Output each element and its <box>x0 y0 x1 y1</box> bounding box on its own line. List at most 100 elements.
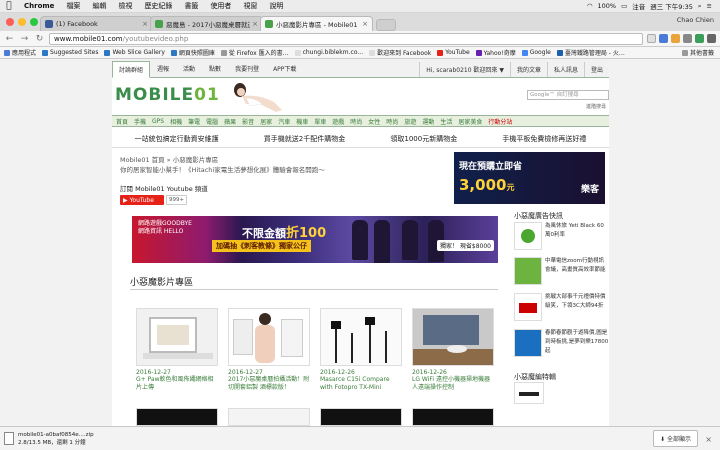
video-thumbnail-next[interactable] <box>136 408 218 426</box>
cat-item[interactable]: 影音 <box>242 117 254 126</box>
promo-link[interactable]: 一站統包搞定行動資安維護 <box>135 134 219 144</box>
my-posts-link[interactable]: 我的文章 <box>509 62 547 77</box>
cat-item[interactable]: 時尚 <box>386 117 398 126</box>
tab-facebook[interactable]: (1) Facebook × <box>40 16 153 31</box>
cat-item[interactable]: 筆電 <box>188 117 200 126</box>
promo-link[interactable]: 手機平板免費檢修再送好禮 <box>502 134 586 144</box>
video-thumbnail[interactable] <box>412 308 494 366</box>
video-title[interactable]: G+ Paw軟色和風佈繩網格相片上傳 <box>136 376 218 392</box>
promo-text-link[interactable]: 你的居家智能小幫手！《Hitachi家電生活夢想化展》體驗會報名開跑～ <box>120 164 325 174</box>
close-tab-icon[interactable]: × <box>362 20 368 28</box>
cat-item[interactable]: 居家 <box>260 117 272 126</box>
extension-icon[interactable] <box>683 34 692 43</box>
topnav-events[interactable]: 活動 <box>176 60 202 77</box>
close-shelf-icon[interactable]: × <box>705 435 712 444</box>
menu-list-icon[interactable]: ≡ <box>707 2 712 10</box>
bookmark-google[interactable]: Google <box>521 49 551 56</box>
battery-icon[interactable]: ▭ <box>621 2 627 10</box>
bookmark-facebook[interactable]: 歡迎來到 Facebook <box>369 48 431 57</box>
cat-item[interactable]: 旅遊 <box>404 117 416 126</box>
video-card[interactable]: 2016-12-26 LG WiFi 遠控小機器掃地機器人遠端操作控制 <box>412 308 494 392</box>
bookmark-firefox[interactable]: 從 Firefox 匯入的書… <box>220 48 289 57</box>
apple-menu-icon[interactable]:  <box>0 1 18 11</box>
cat-item[interactable]: 汽車 <box>278 117 290 126</box>
bookmark-yahoo[interactable]: Yahoo!奇摩 <box>475 48 516 57</box>
video-thumbnail-next[interactable] <box>320 408 402 426</box>
bookmark-other[interactable]: 其他書籤 <box>681 48 720 57</box>
side-ad-item[interactable]: 春節春節觀于遊降價,圖是到時板挑,是夢到樂17800起 <box>514 329 609 357</box>
cat-item[interactable]: 蘋果 <box>224 117 236 126</box>
cat-item[interactable]: 相機 <box>170 117 182 126</box>
side-ad-item[interactable]: 中華電信zoom行動視訊會議，高畫質高效率節能 <box>514 257 609 285</box>
bookmark-webslice[interactable]: Web Slice Gallery <box>104 49 165 56</box>
extension-icon[interactable] <box>659 34 668 43</box>
video-thumbnail-next[interactable] <box>228 408 310 426</box>
topnav-app[interactable]: APP下載 <box>266 60 303 77</box>
cat-item[interactable]: 時尚 <box>350 117 362 126</box>
download-item[interactable]: mobile01-a0baf0854e....zip 2.8/13.5 MB，還… <box>18 431 94 447</box>
cat-item[interactable]: 生活 <box>440 117 452 126</box>
cat-item[interactable]: 電腦 <box>206 117 218 126</box>
bookmark-star-icon[interactable] <box>647 34 656 43</box>
cat-item[interactable]: GPS <box>152 118 164 125</box>
cat-item[interactable]: 女性 <box>368 117 380 126</box>
extension-icon[interactable] <box>695 34 704 43</box>
tab-forum[interactable]: 惡魔島 - 2017小惡魔桌曆就這樣出爐囉 × <box>150 16 263 31</box>
wifi-icon[interactable]: ◠ <box>587 2 593 10</box>
ad-banner[interactable]: 網路遊戲GOODBYE 網路資訊 HELLO 不限金額折100 加碼抽《刺客教條… <box>132 216 498 263</box>
close-tab-icon[interactable]: × <box>142 20 148 28</box>
site-search-input[interactable]: Google™ 自訂搜尋 <box>527 90 609 100</box>
breadcrumb-home[interactable]: Mobile01 首頁 <box>120 156 165 164</box>
menu-history[interactable]: 歷史紀錄 <box>138 1 178 11</box>
menu-help[interactable]: 說明 <box>263 1 289 11</box>
close-window-icon[interactable] <box>6 18 14 26</box>
logout-link[interactable]: 登出 <box>583 62 609 77</box>
video-card[interactable]: 2016-12-27 2017小惡魔桌曆拍攝活動！附切開套鋁製 酒標款版！ <box>228 308 310 392</box>
zip-file-icon[interactable] <box>4 432 14 445</box>
video-card[interactable]: 2016-12-27 G+ Paw軟色和風佈繩網格相片上傳 <box>136 308 218 392</box>
side-ad-item[interactable]: 挑戰大部事千元禮價特價級笑，下領3C大師94折 <box>514 293 609 321</box>
bookmark-suggested[interactable]: Suggested Sites <box>42 49 98 56</box>
bookmark-youtube[interactable]: YouTube <box>437 49 470 56</box>
close-tab-icon[interactable]: × <box>252 20 258 28</box>
cat-item[interactable]: 手機 <box>134 117 146 126</box>
topnav-points[interactable]: 點數 <box>202 60 228 77</box>
bookmark-biblekm[interactable]: chungi.biblekm.co... <box>294 49 363 56</box>
video-thumbnail-next[interactable] <box>412 408 494 426</box>
video-thumbnail[interactable] <box>136 308 218 366</box>
cat-item[interactable]: 遊戲 <box>332 117 344 126</box>
menu-edit[interactable]: 編輯 <box>86 1 112 11</box>
show-all-downloads-button[interactable]: ⬇ 全部顯示 <box>653 430 698 447</box>
cat-item[interactable]: 首頁 <box>116 117 128 126</box>
video-card[interactable]: 2016-12-26 Masarce C15i Compare with Fot… <box>320 308 402 392</box>
minimize-window-icon[interactable] <box>18 18 26 26</box>
cat-item-hot[interactable]: 行動分站 <box>488 117 512 126</box>
video-thumbnail[interactable] <box>228 308 310 366</box>
bookmark-gallery[interactable]: 網頁快照圖庫 <box>170 48 215 57</box>
bookmark-apps[interactable]: 應用程式 <box>4 48 36 57</box>
video-title[interactable]: 2017小惡魔桌曆拍攝活動！附切開套鋁製 酒標款版！ <box>228 376 310 392</box>
video-title[interactable]: LG WiFi 遠控小機器掃地機器人遠端操作控制 <box>412 376 494 392</box>
side-ad-item[interactable]: 為風休旅 Yeti Black 60萬0利率 <box>514 222 609 250</box>
profile-name[interactable]: Chao Chien <box>677 16 714 24</box>
video-title[interactable]: Masarce C15i Compare with Fotopro TX-Min… <box>320 376 402 392</box>
messages-link[interactable]: 私人訊息 <box>546 62 584 77</box>
clock[interactable]: 週三 下午9:35 <box>650 1 693 11</box>
new-tab-button[interactable] <box>376 19 396 31</box>
reload-icon[interactable]: ↻ <box>34 34 45 44</box>
search-icon[interactable]: ⌕ <box>698 2 702 11</box>
back-icon[interactable]: ← <box>4 34 15 44</box>
promo-link[interactable]: 領取1000元新購物金 <box>390 134 457 144</box>
tab-video-active[interactable]: 小惡魔影片專區 - Mobile01 × <box>260 16 373 31</box>
bookmark-railway[interactable]: 臺灣鐵路管理局 - 火… <box>556 48 625 57</box>
menu-app-chrome[interactable]: Chrome <box>18 2 60 10</box>
menu-view[interactable]: 檢視 <box>112 1 138 11</box>
advanced-search-link[interactable]: 進階搜尋 <box>586 103 606 110</box>
user-greeting[interactable]: Hi, scarab0210 歡迎回來 ▼ <box>419 62 510 77</box>
menu-icon[interactable] <box>707 34 716 43</box>
cat-item[interactable]: 單車 <box>314 117 326 126</box>
topnav-weekly[interactable]: 週報 <box>150 60 176 77</box>
input-method[interactable]: 注音 <box>632 1 645 11</box>
menu-file[interactable]: 檔案 <box>60 1 86 11</box>
site-logo[interactable]: MOBILE01 <box>115 85 220 105</box>
